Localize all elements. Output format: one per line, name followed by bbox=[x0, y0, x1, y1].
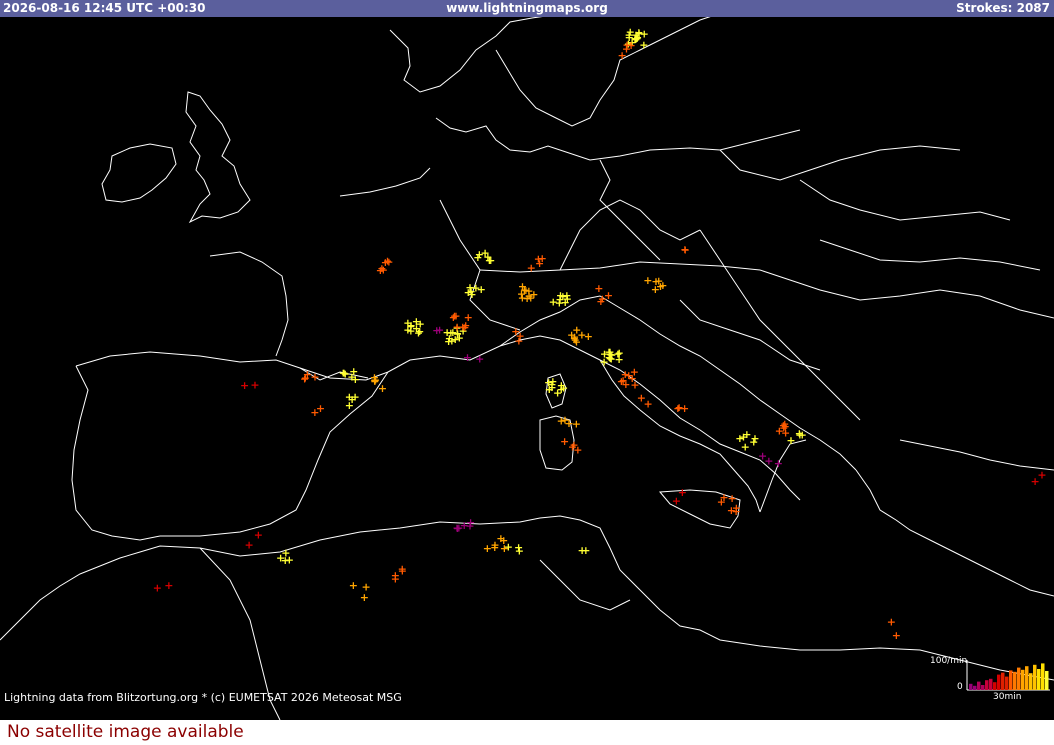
legend-bar bbox=[1001, 672, 1005, 690]
plus-icon: + bbox=[473, 251, 482, 264]
plus-icon: + bbox=[681, 243, 690, 256]
legend-bar bbox=[977, 681, 981, 690]
plus-icon: + bbox=[475, 353, 484, 366]
data-credit: Lightning data from Blitzortung.org * (c… bbox=[4, 691, 402, 704]
plus-icon: + bbox=[594, 282, 603, 295]
plus-icon: + bbox=[774, 457, 783, 470]
no-satellite-message: No satellite image available bbox=[7, 722, 244, 742]
plus-icon: + bbox=[254, 528, 263, 541]
plus-icon: + bbox=[153, 582, 162, 595]
plus-icon: + bbox=[604, 289, 613, 302]
plus-icon: + bbox=[749, 436, 758, 449]
legend-bar bbox=[997, 674, 1001, 690]
legend-bar bbox=[973, 685, 977, 690]
plus-icon: + bbox=[477, 283, 486, 296]
plus-icon: + bbox=[892, 629, 901, 642]
plus-icon: + bbox=[527, 262, 536, 275]
legend-bar bbox=[1005, 676, 1009, 690]
plus-icon: + bbox=[445, 332, 454, 345]
plus-icon: + bbox=[398, 565, 407, 578]
legend-bar bbox=[1029, 673, 1033, 690]
plus-icon: + bbox=[630, 378, 639, 391]
plus-icon: + bbox=[535, 257, 544, 270]
plus-icon: + bbox=[674, 401, 683, 414]
plus-icon: + bbox=[310, 370, 319, 383]
plus-icon: + bbox=[360, 591, 369, 604]
plus-icon: + bbox=[887, 615, 896, 628]
plus-icon: + bbox=[514, 541, 523, 554]
plus-icon: + bbox=[605, 345, 614, 358]
plus-icon: + bbox=[281, 546, 290, 559]
plus-icon: + bbox=[412, 322, 421, 335]
plus-icon: + bbox=[485, 254, 494, 267]
legend-bar bbox=[985, 680, 989, 690]
map-header: 2026-08-16 12:45 UTC +00:30 www.lightnin… bbox=[0, 0, 1054, 17]
plus-icon: + bbox=[504, 540, 513, 553]
plus-icon: + bbox=[1037, 469, 1046, 482]
plus-icon: + bbox=[301, 371, 310, 384]
site-url[interactable]: www.lightningmaps.org bbox=[0, 0, 1054, 17]
legend-histogram bbox=[966, 660, 1050, 691]
plus-icon: + bbox=[557, 383, 566, 396]
plus-icon: + bbox=[717, 495, 726, 508]
plus-icon: + bbox=[465, 281, 474, 294]
plus-icon: + bbox=[432, 324, 441, 337]
plus-icon: + bbox=[672, 494, 681, 507]
plus-icon: + bbox=[615, 347, 624, 360]
plus-icon: + bbox=[557, 415, 566, 428]
legend-bar bbox=[1033, 664, 1037, 690]
plus-icon: + bbox=[651, 283, 660, 296]
legend-bar bbox=[993, 682, 997, 690]
legend-bar bbox=[981, 685, 985, 690]
plus-icon: + bbox=[465, 520, 474, 533]
plus-icon: + bbox=[526, 292, 535, 305]
legend-bar bbox=[1025, 666, 1029, 690]
rate-legend: 100/min 0 30min bbox=[930, 654, 1054, 702]
plus-icon: + bbox=[316, 402, 325, 415]
legend-window-label: 30min bbox=[993, 692, 1022, 702]
legend-bar bbox=[1017, 667, 1021, 690]
plus-icon: + bbox=[164, 579, 173, 592]
plus-icon: + bbox=[464, 311, 473, 324]
legend-bar bbox=[1045, 671, 1049, 690]
plus-icon: + bbox=[727, 492, 736, 505]
plus-icon: + bbox=[622, 38, 631, 51]
plus-icon: + bbox=[250, 379, 259, 392]
plus-icon: + bbox=[349, 579, 358, 592]
map-outlines: ++++ +++++++++ +++++++++++ +++++ ++++++ ++ +++… bbox=[0, 3, 1054, 720]
plus-icon: + bbox=[569, 438, 578, 451]
plus-icon: + bbox=[561, 296, 570, 309]
legend-bar bbox=[1013, 671, 1017, 690]
plus-icon: + bbox=[577, 329, 586, 342]
plus-icon: + bbox=[345, 399, 354, 412]
legend-bar bbox=[989, 678, 993, 690]
plus-icon: + bbox=[244, 539, 253, 552]
legend-bar bbox=[969, 683, 973, 690]
plus-icon: + bbox=[453, 522, 462, 535]
lightning-strokes: ++++ +++++++++ +++++++++++ +++++ ++++++ ++ +++… bbox=[153, 26, 1047, 642]
legend-bar bbox=[1021, 669, 1025, 690]
plus-icon: + bbox=[383, 254, 392, 267]
plus-icon: + bbox=[463, 351, 472, 364]
plus-icon: + bbox=[798, 428, 807, 441]
plus-icon: + bbox=[577, 544, 586, 557]
legend-bar bbox=[1009, 670, 1013, 690]
plus-icon: + bbox=[621, 378, 630, 391]
plus-icon: + bbox=[640, 28, 649, 41]
plus-icon: + bbox=[240, 379, 249, 392]
plus-icon: + bbox=[560, 435, 569, 448]
plus-icon: + bbox=[764, 454, 773, 467]
plus-icon: + bbox=[511, 325, 520, 338]
plus-icon: + bbox=[545, 383, 554, 396]
lightning-map[interactable]: + + + + + + + + + + + + + + + + + + + + + + + + + + + + + + + + + + + + + + + +… bbox=[0, 0, 1054, 720]
plus-icon: + bbox=[347, 371, 356, 384]
plus-icon: + bbox=[643, 398, 652, 411]
plus-icon: + bbox=[370, 375, 379, 388]
plus-icon: + bbox=[727, 504, 736, 517]
legend-bar bbox=[1037, 669, 1041, 690]
legend-bar bbox=[1041, 663, 1045, 690]
stroke-count: Strokes: 2087 bbox=[956, 1, 1050, 15]
